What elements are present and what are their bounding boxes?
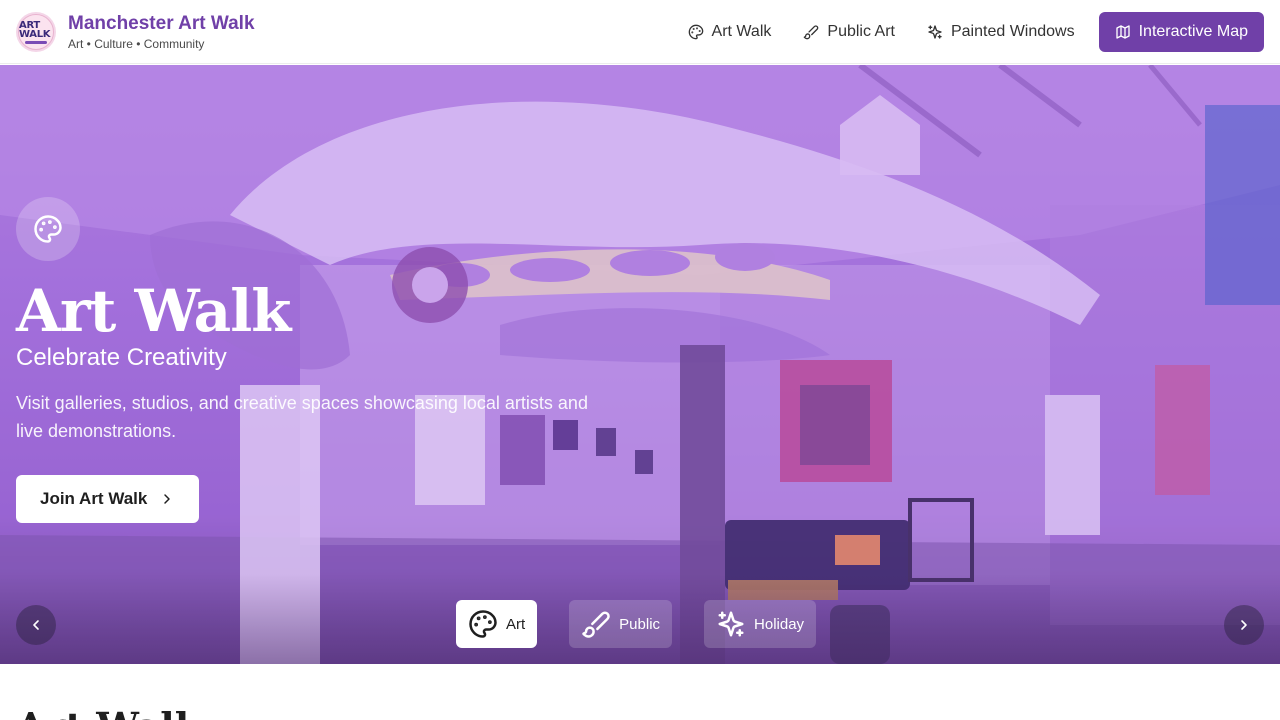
nav-label-art-walk: Art Walk [711, 23, 772, 40]
chevron-left-icon [33, 620, 39, 630]
nav-item-interactive-map[interactable]: Interactive Map [1098, 12, 1264, 52]
site-header: ART WALK Manchester Art Walk Art • Cultu… [0, 0, 1280, 64]
logo[interactable]: ART WALK [16, 12, 56, 52]
palette-icon [34, 215, 62, 243]
nav-item-art-walk[interactable]: Art Walk [676, 12, 784, 52]
hero-subtitle: Celebrate Creativity [16, 344, 227, 371]
tab-art[interactable]: Art [456, 600, 538, 648]
nav-item-public-art[interactable]: Public Art [791, 12, 907, 52]
nav-label-interactive-map: Interactive Map [1138, 23, 1248, 40]
sparkles-icon [718, 611, 744, 637]
cta-label: Join Art Walk [40, 489, 148, 508]
hero-badge [16, 197, 80, 261]
tab-label-public: Public [619, 615, 661, 633]
tab-label-art: Art [506, 615, 526, 633]
hero-title: Art Walk [16, 277, 291, 345]
hero-content: Art Walk Celebrate Creativity Visit gall… [16, 197, 636, 523]
content-section: Art Walk [0, 664, 1280, 720]
chevron-right-icon [1241, 620, 1247, 630]
brand-text: Manchester Art Walk Art • Culture • Comm… [68, 13, 255, 51]
map-icon [1115, 25, 1130, 39]
logo-underline [25, 41, 47, 44]
brush-icon [582, 611, 610, 638]
logo-text-line2: WALK [19, 29, 51, 40]
main-nav: Art Walk Public Art Painted Windows Inte… [668, 12, 1264, 52]
carousel-prev-button[interactable] [16, 605, 56, 645]
carousel-next-button[interactable] [1224, 605, 1264, 645]
brush-icon [804, 25, 819, 40]
tab-label-holiday: Holiday [754, 615, 805, 633]
join-art-walk-button[interactable]: Join Art Walk [16, 475, 200, 523]
palette-icon [469, 610, 497, 638]
tab-holiday[interactable]: Holiday [704, 600, 817, 648]
nav-label-painted-windows: Painted Windows [950, 23, 1075, 40]
nav-label-public-art: Public Art [827, 23, 895, 40]
hero-description: Visit galleries, studios, and creative s… [16, 393, 588, 441]
section-heading: Art Walk [16, 704, 201, 720]
site-title[interactable]: Manchester Art Walk [68, 13, 255, 35]
tab-public[interactable]: Public [569, 600, 673, 648]
carousel-tabs: Art Public Holiday [456, 600, 848, 648]
site-tagline: Art • Culture • Community [68, 37, 205, 51]
brand[interactable]: ART WALK Manchester Art Walk Art • Cultu… [16, 12, 255, 52]
sparkles-icon [928, 25, 942, 39]
chevron-right-icon [164, 494, 171, 504]
palette-icon [688, 24, 703, 40]
hero-carousel: Art Walk Celebrate Creativity Visit gall… [0, 65, 1280, 664]
nav-item-painted-windows[interactable]: Painted Windows [915, 12, 1087, 52]
